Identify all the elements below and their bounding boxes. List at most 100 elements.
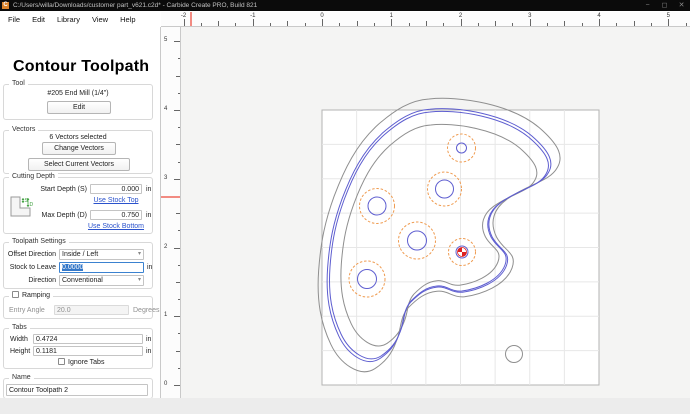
chevron-down-icon: ▾ [138, 276, 141, 285]
tabs-group-label: Tabs [9, 324, 30, 331]
stock-to-leave-unit: in [147, 264, 152, 271]
vertical-ruler: 012345 [161, 27, 181, 398]
canvas-svg[interactable] [181, 27, 690, 398]
use-stock-bottom-link[interactable]: Use Stock Bottom [80, 223, 152, 230]
ruler-tick [174, 41, 180, 42]
menu-help[interactable]: Help [114, 15, 141, 24]
ruler-tick [374, 23, 375, 26]
ruler-tick [176, 282, 180, 283]
tab-height-input[interactable] [33, 346, 143, 356]
tool-name: #205 End Mill (1/4") [4, 90, 152, 97]
menubar: FileEditLibraryViewHelp [2, 11, 142, 27]
tab-width-input[interactable] [33, 334, 143, 344]
close-button[interactable]: ✕ [673, 0, 690, 11]
ruler-tick [668, 19, 669, 26]
menu-library[interactable]: Library [51, 15, 86, 24]
ruler-tick [176, 144, 180, 145]
menu-file[interactable]: File [2, 15, 26, 24]
offset-direction-select[interactable]: Inside / Left ▾ [59, 249, 144, 260]
stock-to-leave-value: 0.0000 [62, 264, 83, 271]
select-current-vectors-button[interactable]: Select Current Vectors [28, 158, 130, 171]
ramping-checkbox[interactable]: Ramping [9, 291, 53, 299]
ruler-tick [287, 21, 288, 26]
entry-angle-unit: Degrees [133, 307, 159, 314]
ruler-cursor-marker [161, 196, 180, 198]
direction-label: Direction [6, 277, 56, 284]
ruler-label: 1 [385, 13, 397, 19]
ruler-tick [478, 23, 479, 26]
design-canvas[interactable] [181, 27, 690, 398]
tab-width-label: Width [10, 336, 28, 343]
checkbox-icon [12, 291, 19, 298]
tab-width-unit: in [146, 336, 151, 343]
max-depth-input[interactable] [90, 210, 142, 220]
direction-select[interactable]: Conventional ▾ [59, 275, 144, 286]
menu-edit[interactable]: Edit [26, 15, 51, 24]
ruler-label: 0 [316, 13, 328, 19]
ruler-tick [686, 23, 687, 26]
name-group-label: Name [9, 374, 34, 381]
ruler-tick [270, 23, 271, 26]
menu-view[interactable]: View [86, 15, 114, 24]
tab-height-label: Height [10, 348, 30, 355]
start-depth-unit: in [146, 186, 151, 193]
carbide-create-window: C C:/Users/willa/Downloads/customer part… [0, 0, 690, 414]
checkbox-icon [58, 358, 65, 365]
app-icon: C [2, 2, 9, 9]
use-stock-top-link[interactable]: Use Stock Top [84, 197, 148, 204]
max-depth-label: Max Depth (D) [32, 212, 87, 219]
change-vectors-button[interactable]: Change Vectors [42, 142, 116, 155]
toolpath-name-input[interactable] [6, 384, 148, 396]
horizontal-ruler: -2-1012345 [161, 12, 690, 27]
ruler-tick [530, 19, 531, 26]
start-depth-label: Start Depth (S) [32, 186, 87, 193]
entry-angle-label: Entry Angle [9, 307, 45, 314]
toolpath-settings-group-label: Toolpath Settings [9, 238, 69, 245]
offset-direction-value: Inside / Left [62, 251, 98, 258]
ramping-group: Ramping Entry Angle Degrees [3, 296, 153, 319]
ruler-tick [176, 76, 180, 77]
stock-to-leave-input[interactable]: 0.0000 [59, 262, 144, 273]
vectors-group-label: Vectors [9, 126, 38, 133]
start-depth-input[interactable] [90, 184, 142, 194]
chevron-down-icon: ▾ [138, 250, 141, 259]
ruler-label: -1 [247, 13, 259, 19]
minimize-button[interactable]: − [639, 0, 656, 11]
ruler-label: 3 [524, 13, 536, 19]
ruler-tick [178, 93, 181, 94]
ruler-tick [174, 316, 180, 317]
window-title: C:/Users/willa/Downloads/customer part_v… [13, 2, 639, 9]
ruler-tick [174, 385, 180, 386]
ruler-tick [178, 162, 181, 163]
bottom-strip [0, 398, 690, 414]
ruler-tick [174, 179, 180, 180]
depth-diagram-icon: S D [6, 192, 34, 222]
entry-angle-input [54, 305, 129, 315]
titlebar: C C:/Users/willa/Downloads/customer part… [0, 0, 690, 11]
ruler-cursor-marker [190, 12, 192, 26]
ruler-tick [426, 21, 427, 26]
cutting-depth-group-label: Cutting Depth [9, 173, 58, 180]
ruler-tick [564, 21, 565, 26]
svg-text:D: D [30, 202, 34, 208]
ruler-tick [322, 19, 323, 26]
maximize-button[interactable]: ◻ [656, 0, 673, 11]
ruler-label: 4 [164, 106, 167, 112]
ruler-tick [512, 23, 513, 26]
ruler-tick [461, 19, 462, 26]
cutting-depth-group: Cutting Depth Start Depth (S) in Use Sto… [3, 177, 153, 234]
ruler-label: -2 [178, 13, 190, 19]
contour-toolpath-panel: Contour Toolpath Tool #205 End Mill (1/4… [0, 27, 161, 398]
ruler-label: 4 [593, 13, 605, 19]
stock-to-leave-label: Stock to Leave [6, 264, 56, 271]
ruler-tick [174, 248, 180, 249]
ruler-tick [235, 23, 236, 26]
ruler-tick [176, 213, 180, 214]
ruler-tick [176, 351, 180, 352]
ignore-tabs-checkbox[interactable]: Ignore Tabs [58, 358, 104, 366]
max-depth-unit: in [146, 212, 151, 219]
ruler-tick [305, 23, 306, 26]
ruler-tick [391, 19, 392, 26]
ruler-tick [409, 23, 410, 26]
edit-tool-button[interactable]: Edit [47, 101, 111, 114]
